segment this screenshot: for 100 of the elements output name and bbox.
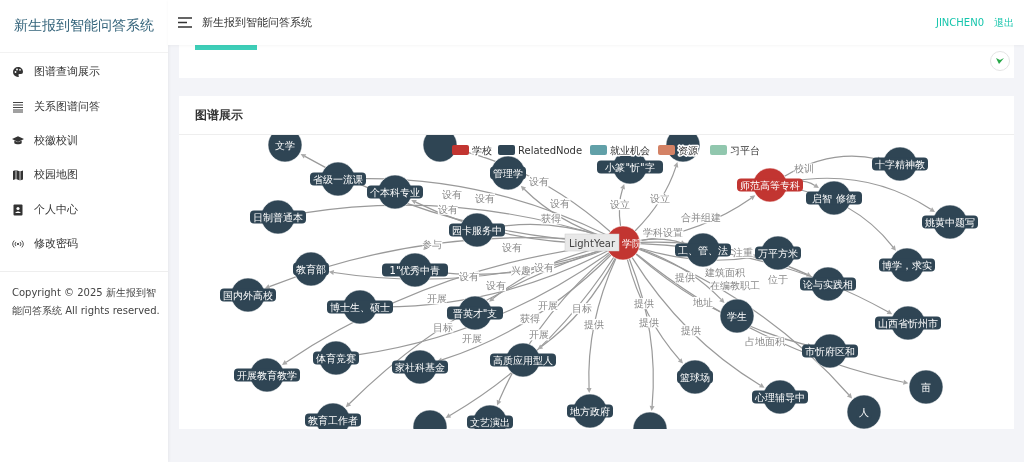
- node-label: 学生: [727, 311, 747, 322]
- header-title: 新生报到智能问答系统: [202, 15, 312, 30]
- node-label: 工、管、法: [678, 245, 728, 256]
- node-label: 地方政府: [570, 406, 610, 417]
- menu-icon[interactable]: [178, 17, 192, 28]
- legend-swatch[interactable]: [590, 145, 607, 155]
- graph-node[interactable]: [922, 204, 978, 240]
- edge-label: 学科设置: [643, 227, 684, 239]
- node-label: 篮球场: [680, 372, 710, 383]
- sidebar-item[interactable]: 校园地图: [0, 158, 168, 193]
- graph-node[interactable]: [719, 298, 755, 334]
- edge-label: 设有: [534, 261, 555, 273]
- edge-label: 注重: [733, 247, 754, 259]
- graph-node[interactable]: [490, 342, 556, 378]
- edge-label: 目标: [433, 321, 454, 333]
- edge-label: 设立: [609, 199, 630, 211]
- node-label: 文学: [275, 140, 295, 151]
- graph-node[interactable]: [310, 161, 366, 197]
- legend-swatch[interactable]: [710, 145, 727, 155]
- graph-node[interactable]: [846, 394, 882, 429]
- node-label: 个本科专业: [370, 187, 420, 198]
- edge-label: 获得: [541, 213, 562, 225]
- graph-node[interactable]: [806, 180, 862, 216]
- node-label: 高质应用型人: [493, 355, 553, 366]
- node-label: 教育部: [296, 264, 326, 275]
- copyright-text: Copyright © 2025 新生报到智能问答系统 All rights reserved.: [12, 286, 161, 319]
- graph-node[interactable]: [367, 174, 423, 210]
- node-label: 姚黄中题写: [925, 217, 975, 228]
- graph-node[interactable]: [412, 409, 448, 429]
- edge-label: 提供: [675, 272, 696, 284]
- graph-node[interactable]: [293, 251, 329, 287]
- node-label: 日制普通本: [253, 212, 303, 223]
- legend-swatch[interactable]: [452, 145, 469, 155]
- graph-node[interactable]: [567, 393, 613, 429]
- legend-label[interactable]: 习平台: [730, 145, 760, 156]
- node-label: 家社科基金: [395, 362, 445, 373]
- node-label: 亩: [921, 382, 931, 393]
- tab-indicator: [195, 45, 257, 50]
- node-label: 小篆"忻"字: [605, 162, 655, 173]
- graph-node[interactable]: [490, 155, 526, 191]
- graph-node[interactable]: [327, 289, 393, 325]
- node-label: 园卡服务中: [452, 225, 502, 236]
- graph-node[interactable]: [422, 135, 458, 163]
- graph-node[interactable]: [392, 349, 448, 385]
- graph-node[interactable]: [908, 369, 944, 405]
- node-label: 市忻府区和: [805, 346, 855, 357]
- graph-node[interactable]: [755, 235, 801, 271]
- edge-label: 合并组建: [680, 212, 721, 224]
- graph-node[interactable]: [752, 379, 808, 415]
- node-label: 文艺演出: [470, 417, 510, 428]
- graph-node[interactable]: [677, 359, 713, 395]
- node-label: 万平方米: [758, 248, 798, 259]
- graph-node[interactable]: [802, 333, 858, 369]
- legend-label[interactable]: 学校: [472, 145, 492, 156]
- graph-node[interactable]: [632, 411, 668, 429]
- node-label: 人: [859, 407, 869, 418]
- sidebar-item[interactable]: 关系图谱问答: [0, 89, 168, 124]
- graph-node[interactable]: [872, 146, 928, 182]
- edge-label: 设有: [486, 280, 507, 292]
- node-label: 山西省忻州市: [878, 318, 938, 329]
- edge-label: 在编教职工: [710, 279, 761, 291]
- edge-label: 开展: [462, 332, 482, 344]
- node-label: 开展教育教学: [237, 370, 297, 381]
- node-label: 博学，求实: [882, 260, 932, 271]
- edge-label: 设立: [650, 193, 671, 205]
- node-label: 博士生、硕士: [330, 302, 390, 313]
- graph-node[interactable]: [267, 135, 303, 163]
- graph-node[interactable]: [313, 340, 359, 376]
- node-label: 省级一流课: [313, 174, 363, 185]
- graph-node[interactable]: [220, 277, 276, 313]
- legend-label[interactable]: RelatedNode: [518, 145, 583, 156]
- legend-swatch[interactable]: [498, 145, 515, 155]
- graph-node[interactable]: [875, 305, 941, 341]
- node-label: 启智 修德: [812, 193, 856, 204]
- node-label: 管理学: [493, 168, 523, 179]
- sidebar-item[interactable]: 修改密码: [0, 226, 168, 262]
- graph-node[interactable]: [305, 402, 361, 429]
- graph-node[interactable]: [879, 247, 935, 283]
- list-icon: [12, 100, 24, 113]
- node-label: 教育工作者: [308, 415, 358, 426]
- edge-label: 兴趣: [511, 265, 532, 277]
- graph-node[interactable]: [234, 357, 300, 393]
- graduation-cap-icon: [12, 135, 24, 147]
- node-label: 国内外高校: [223, 290, 273, 301]
- edge-label: 开展: [426, 293, 447, 305]
- edge-label: 提供: [633, 298, 654, 310]
- edge-label: 校训: [793, 163, 814, 175]
- node-label: 十字精神教: [875, 159, 925, 170]
- edge-label: 目标: [571, 303, 592, 315]
- broadcast-icon: [12, 239, 24, 250]
- graph-node[interactable]: [467, 404, 513, 429]
- legend-swatch[interactable]: [658, 145, 675, 155]
- sidebar-item[interactable]: 图谱查询展示: [0, 55, 168, 90]
- sidebar-item[interactable]: 个人中心: [0, 192, 168, 227]
- logo-icon[interactable]: [990, 51, 1010, 71]
- edge-label: 开展: [529, 329, 550, 341]
- graph-node[interactable]: [250, 199, 306, 235]
- graph-node[interactable]: [382, 252, 448, 288]
- sidebar-item[interactable]: 校徽校训: [0, 123, 168, 159]
- graph-node[interactable]: [800, 266, 856, 302]
